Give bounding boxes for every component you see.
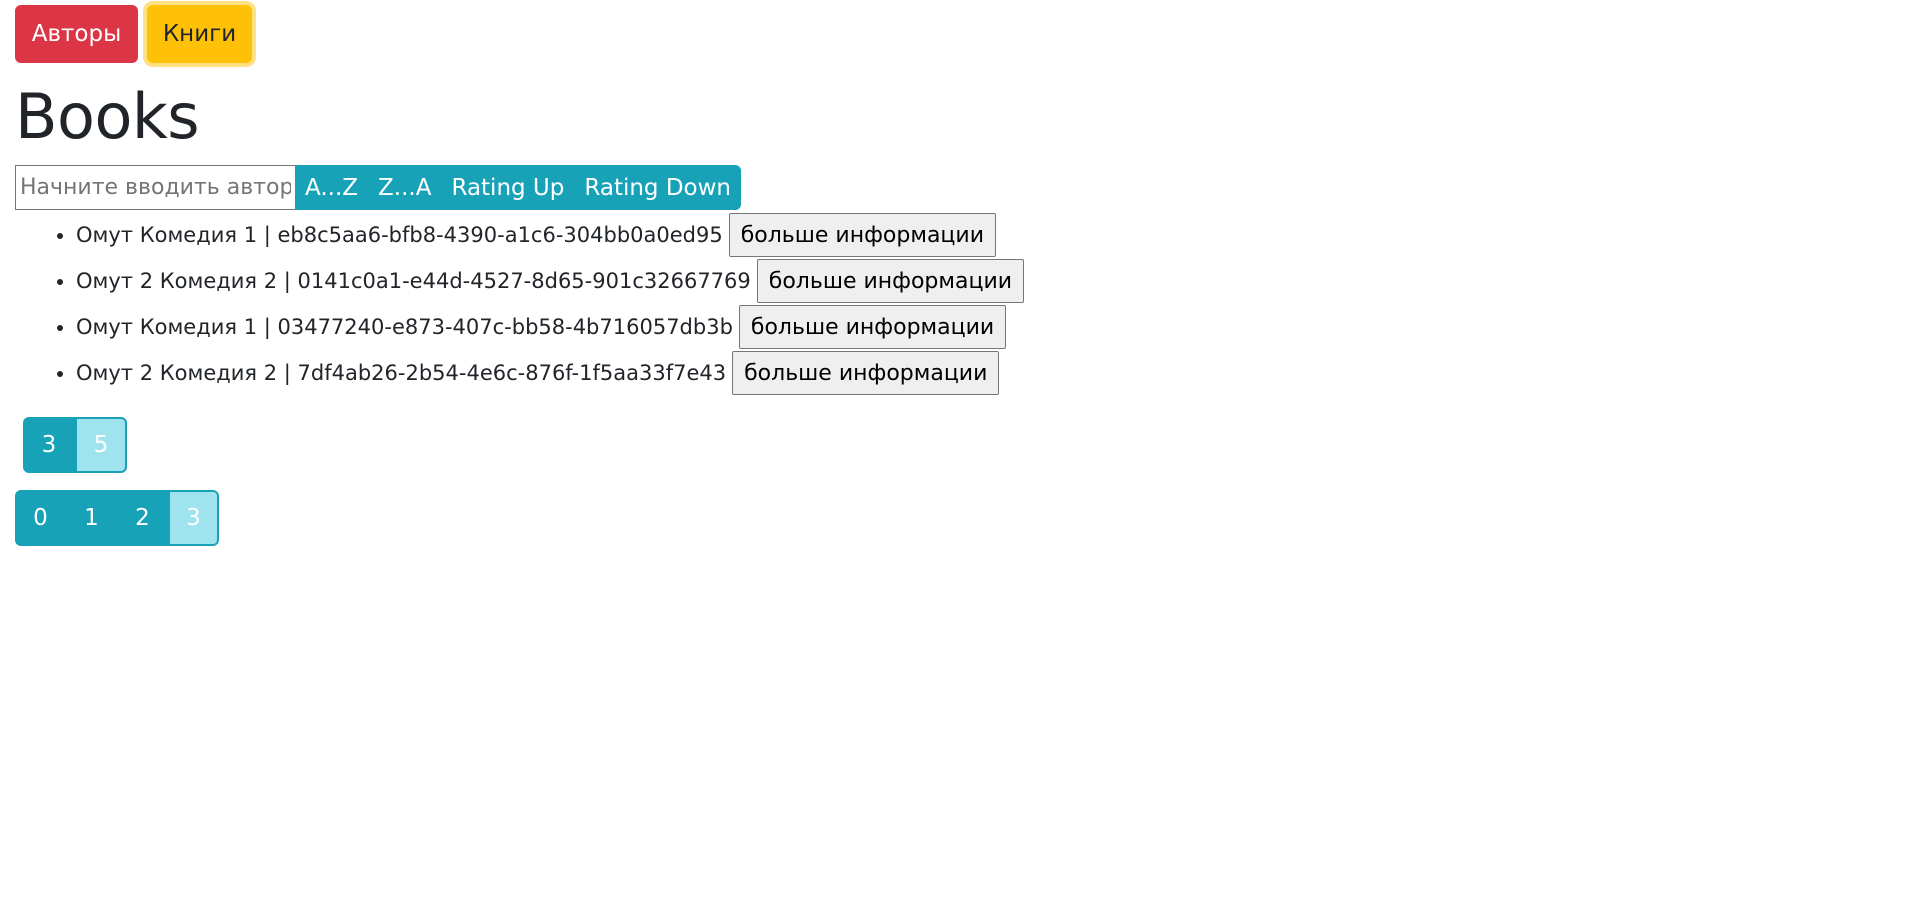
more-info-button[interactable]: больше информации: [756, 259, 1025, 303]
book-list-item: Омут 2 Комедия 2 | 7df4ab26-2b54-4e6c-87…: [76, 350, 1024, 396]
book-list: Омут Комедия 1 | eb8c5aa6-bfb8-4390-a1c6…: [0, 212, 1025, 396]
sort-rating-down-button[interactable]: Rating Down: [574, 165, 742, 210]
search-sort-toolbar: A...Z Z...A Rating Up Rating Down: [15, 165, 742, 210]
page-title: Books: [15, 80, 200, 153]
page-size-group: 3 5: [23, 417, 127, 473]
sort-az-button[interactable]: A...Z: [295, 165, 369, 210]
sort-rating-up-button[interactable]: Rating Up: [441, 165, 575, 210]
sort-za-button[interactable]: Z...A: [368, 165, 442, 210]
page-2-button[interactable]: 2: [117, 490, 168, 546]
authors-button[interactable]: Авторы: [15, 5, 138, 63]
pagination: 0 1 2 3: [15, 490, 219, 546]
top-nav: Авторы Книги: [15, 5, 252, 63]
page-1-button[interactable]: 1: [66, 490, 117, 546]
more-info-button[interactable]: больше информации: [732, 351, 1000, 395]
more-info-button[interactable]: больше информации: [728, 213, 996, 257]
book-list-item: Омут Комедия 1 | 03477240-e873-407c-bb58…: [76, 304, 1024, 350]
book-title-id: Омут 2 Комедия 2 | 0141c0a1-e44d-4527-8d…: [76, 269, 751, 293]
book-list-item: Омут Комедия 1 | eb8c5aa6-bfb8-4390-a1c6…: [76, 212, 1024, 258]
more-info-button[interactable]: больше информации: [738, 305, 1007, 349]
page: Авторы Книги Books A...Z Z...A Rating Up…: [0, 0, 1920, 913]
book-list-item: Омут 2 Комедия 2 | 0141c0a1-e44d-4527-8d…: [76, 258, 1025, 304]
author-search-input[interactable]: [15, 165, 295, 210]
book-title-id: Омут Комедия 1 | eb8c5aa6-bfb8-4390-a1c6…: [76, 223, 723, 247]
book-title-id: Омут 2 Комедия 2 | 7df4ab26-2b54-4e6c-87…: [76, 361, 727, 385]
page-size-5-button[interactable]: 5: [75, 417, 127, 473]
page-size-3-button[interactable]: 3: [23, 417, 75, 473]
page-3-button[interactable]: 3: [168, 490, 219, 546]
book-title-id: Омут Комедия 1 | 03477240-e873-407c-bb58…: [76, 315, 733, 339]
page-0-button[interactable]: 0: [15, 490, 66, 546]
sort-button-group: A...Z Z...A Rating Up Rating Down: [295, 165, 742, 210]
books-button[interactable]: Книги: [147, 5, 252, 63]
